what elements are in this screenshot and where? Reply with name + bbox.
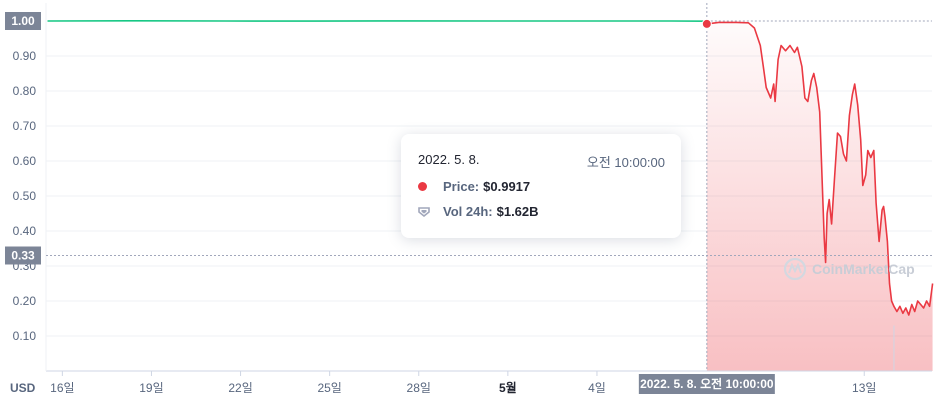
y-tag-crosshair-label: 0.33 — [11, 249, 35, 263]
x-tick-label: 25일 — [317, 381, 341, 395]
y-tick-label: 0.90 — [13, 49, 37, 63]
y-tick-label: 0.40 — [13, 224, 37, 238]
x-tick-label: 22일 — [228, 381, 252, 395]
volume-icon — [418, 206, 430, 217]
y-tick-label: 0.50 — [13, 189, 37, 203]
y-tag-top-label: 1.00 — [11, 14, 35, 28]
hover-point — [701, 18, 712, 29]
watermark-text: CoinMarketCap — [812, 261, 915, 277]
x-tick-label: 13일 — [852, 381, 876, 395]
unit-label: USD — [10, 381, 36, 395]
tooltip-volume-row: Vol 24h: $1.62B — [418, 204, 539, 219]
y-tick-label: 0.80 — [13, 84, 37, 98]
tooltip-price-value: $0.9917 — [483, 179, 531, 194]
tooltip-time: 오전 10:00:00 — [586, 155, 665, 170]
y-tick-label: 0.20 — [13, 294, 37, 308]
tooltip-price-label: Price: — [443, 179, 480, 194]
tooltip: 2022. 5. 8. 오전 10:00:00 Price: $0.9917 V… — [401, 134, 681, 238]
x-tick-label: 4일 — [588, 381, 606, 395]
price-dot-icon — [418, 182, 427, 191]
tooltip-volume-value: $1.62B — [496, 204, 539, 219]
tooltip-date: 2022. 5. 8. — [418, 152, 480, 167]
x-tag-crosshair-label: 2022. 5. 8. 오전 10:00:00 — [640, 376, 774, 391]
x-tick-label: 19일 — [139, 381, 163, 395]
y-axis-ticks: 0.100.200.300.400.500.600.700.800.90 — [13, 49, 37, 343]
x-tick-label: 16일 — [50, 381, 74, 395]
x-tick-label: 28일 — [407, 381, 431, 395]
tooltip-price-row: Price: $0.9917 — [418, 179, 530, 194]
y-tick-label: 0.10 — [13, 329, 37, 343]
area-fill — [706, 22, 933, 372]
tooltip-volume-label: Vol 24h: — [443, 204, 493, 219]
red-area-fill — [706, 22, 933, 372]
x-tick-label: 5월 — [499, 380, 517, 395]
y-tick-label: 0.70 — [13, 119, 37, 133]
y-tick-label: 0.60 — [13, 154, 37, 168]
